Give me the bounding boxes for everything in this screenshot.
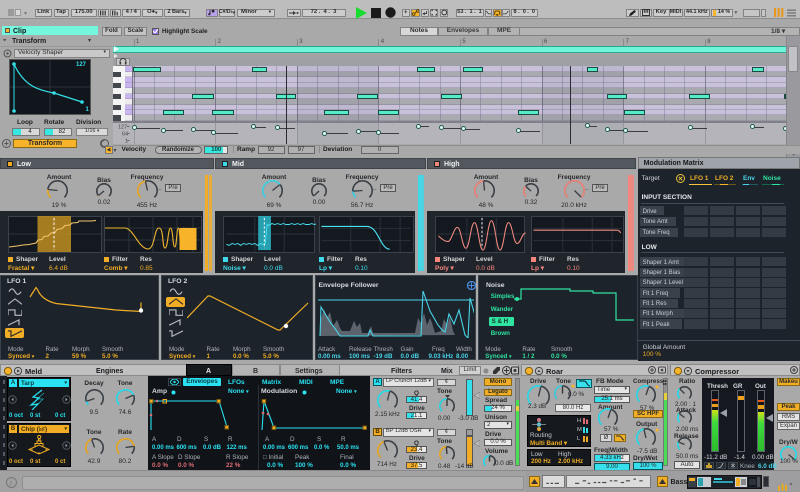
svg-text:64: 64	[122, 131, 128, 137]
svg-text:127: 127	[118, 124, 127, 130]
svg-text:1: 1	[125, 138, 128, 144]
svg-text:i: i	[10, 479, 12, 488]
